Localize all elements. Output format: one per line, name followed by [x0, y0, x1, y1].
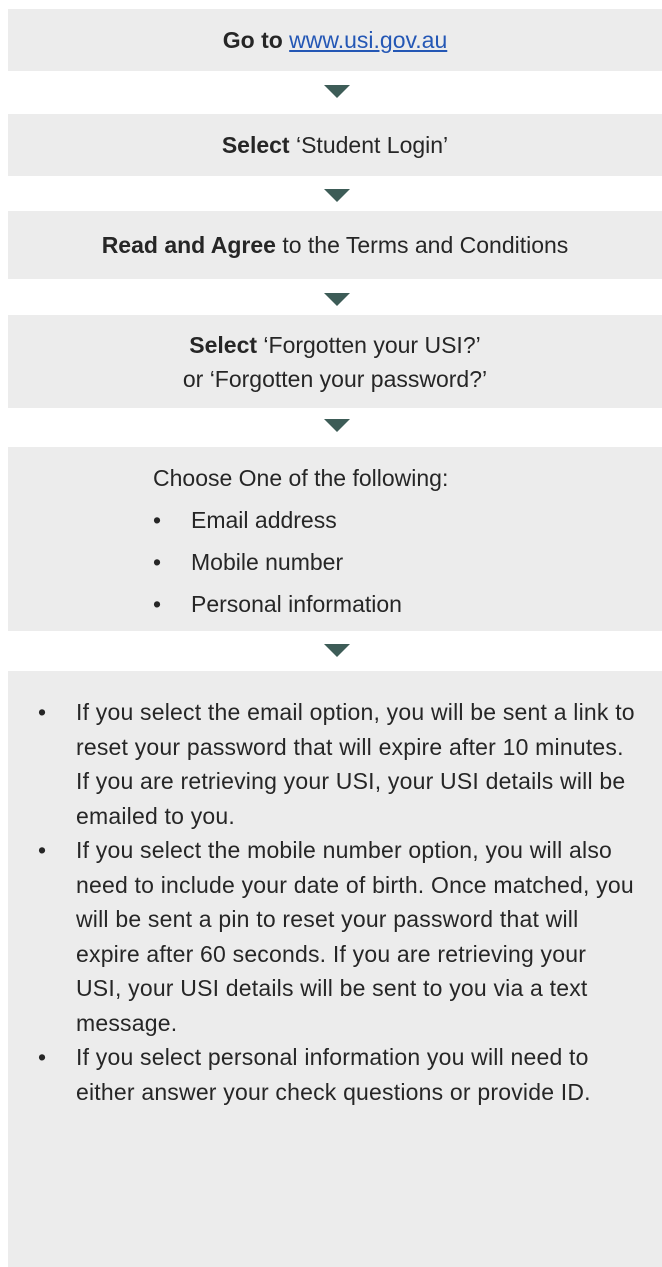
choose-heading: Choose One of the following:: [153, 465, 449, 491]
step-3-text: Read and Agree to the Terms and Conditio…: [102, 228, 569, 262]
step-go-to-website: Go to www.usi.gov.au: [8, 9, 662, 71]
down-arrow-icon: [324, 419, 350, 432]
usi-website-link[interactable]: www.usi.gov.au: [289, 27, 447, 53]
step-4-line-2: or ‘Forgotten your password?’: [182, 365, 488, 392]
step-select-student-login: Select ‘Student Login’: [8, 114, 662, 176]
note-mobile: If you select the mobile number option, …: [38, 833, 638, 1040]
step-4-bold: Select: [189, 331, 258, 358]
step-agree-terms: Read and Agree to the Terms and Conditio…: [8, 211, 662, 279]
step-1-text: Go to www.usi.gov.au: [223, 23, 448, 57]
step-3-label: to the Terms and Conditions: [275, 232, 569, 258]
step-select-forgotten: Select ‘Forgotten your USI?’ or ‘Forgott…: [8, 315, 662, 408]
step-4-line-1: Select ‘Forgotten your USI?’: [189, 328, 480, 362]
step-4-label: ‘Forgotten your USI?’: [257, 331, 481, 358]
step-1-bold: Go to: [222, 27, 283, 53]
note-email: If you select the email option, you will…: [38, 695, 638, 833]
step-2-bold: Select: [221, 132, 290, 158]
down-arrow-icon: [324, 85, 350, 98]
step-choose-option: Choose One of the following: Email addre…: [8, 447, 662, 631]
down-arrow-icon: [324, 293, 350, 306]
down-arrow-icon: [324, 644, 350, 657]
note-personal: If you select personal information you w…: [38, 1040, 638, 1109]
options-list: Email address Mobile number Personal inf…: [153, 499, 402, 625]
notes-panel: If you select the email option, you will…: [8, 671, 662, 1267]
notes-list: If you select the email option, you will…: [38, 695, 638, 1109]
step-2-text: Select ‘Student Login’: [222, 128, 448, 162]
step-2-label: ‘Student Login’: [289, 132, 449, 158]
down-arrow-icon: [324, 189, 350, 202]
option-email: Email address: [153, 499, 402, 541]
option-personal: Personal information: [153, 583, 402, 625]
step-3-bold: Read and Agree: [101, 232, 276, 258]
option-mobile: Mobile number: [153, 541, 402, 583]
